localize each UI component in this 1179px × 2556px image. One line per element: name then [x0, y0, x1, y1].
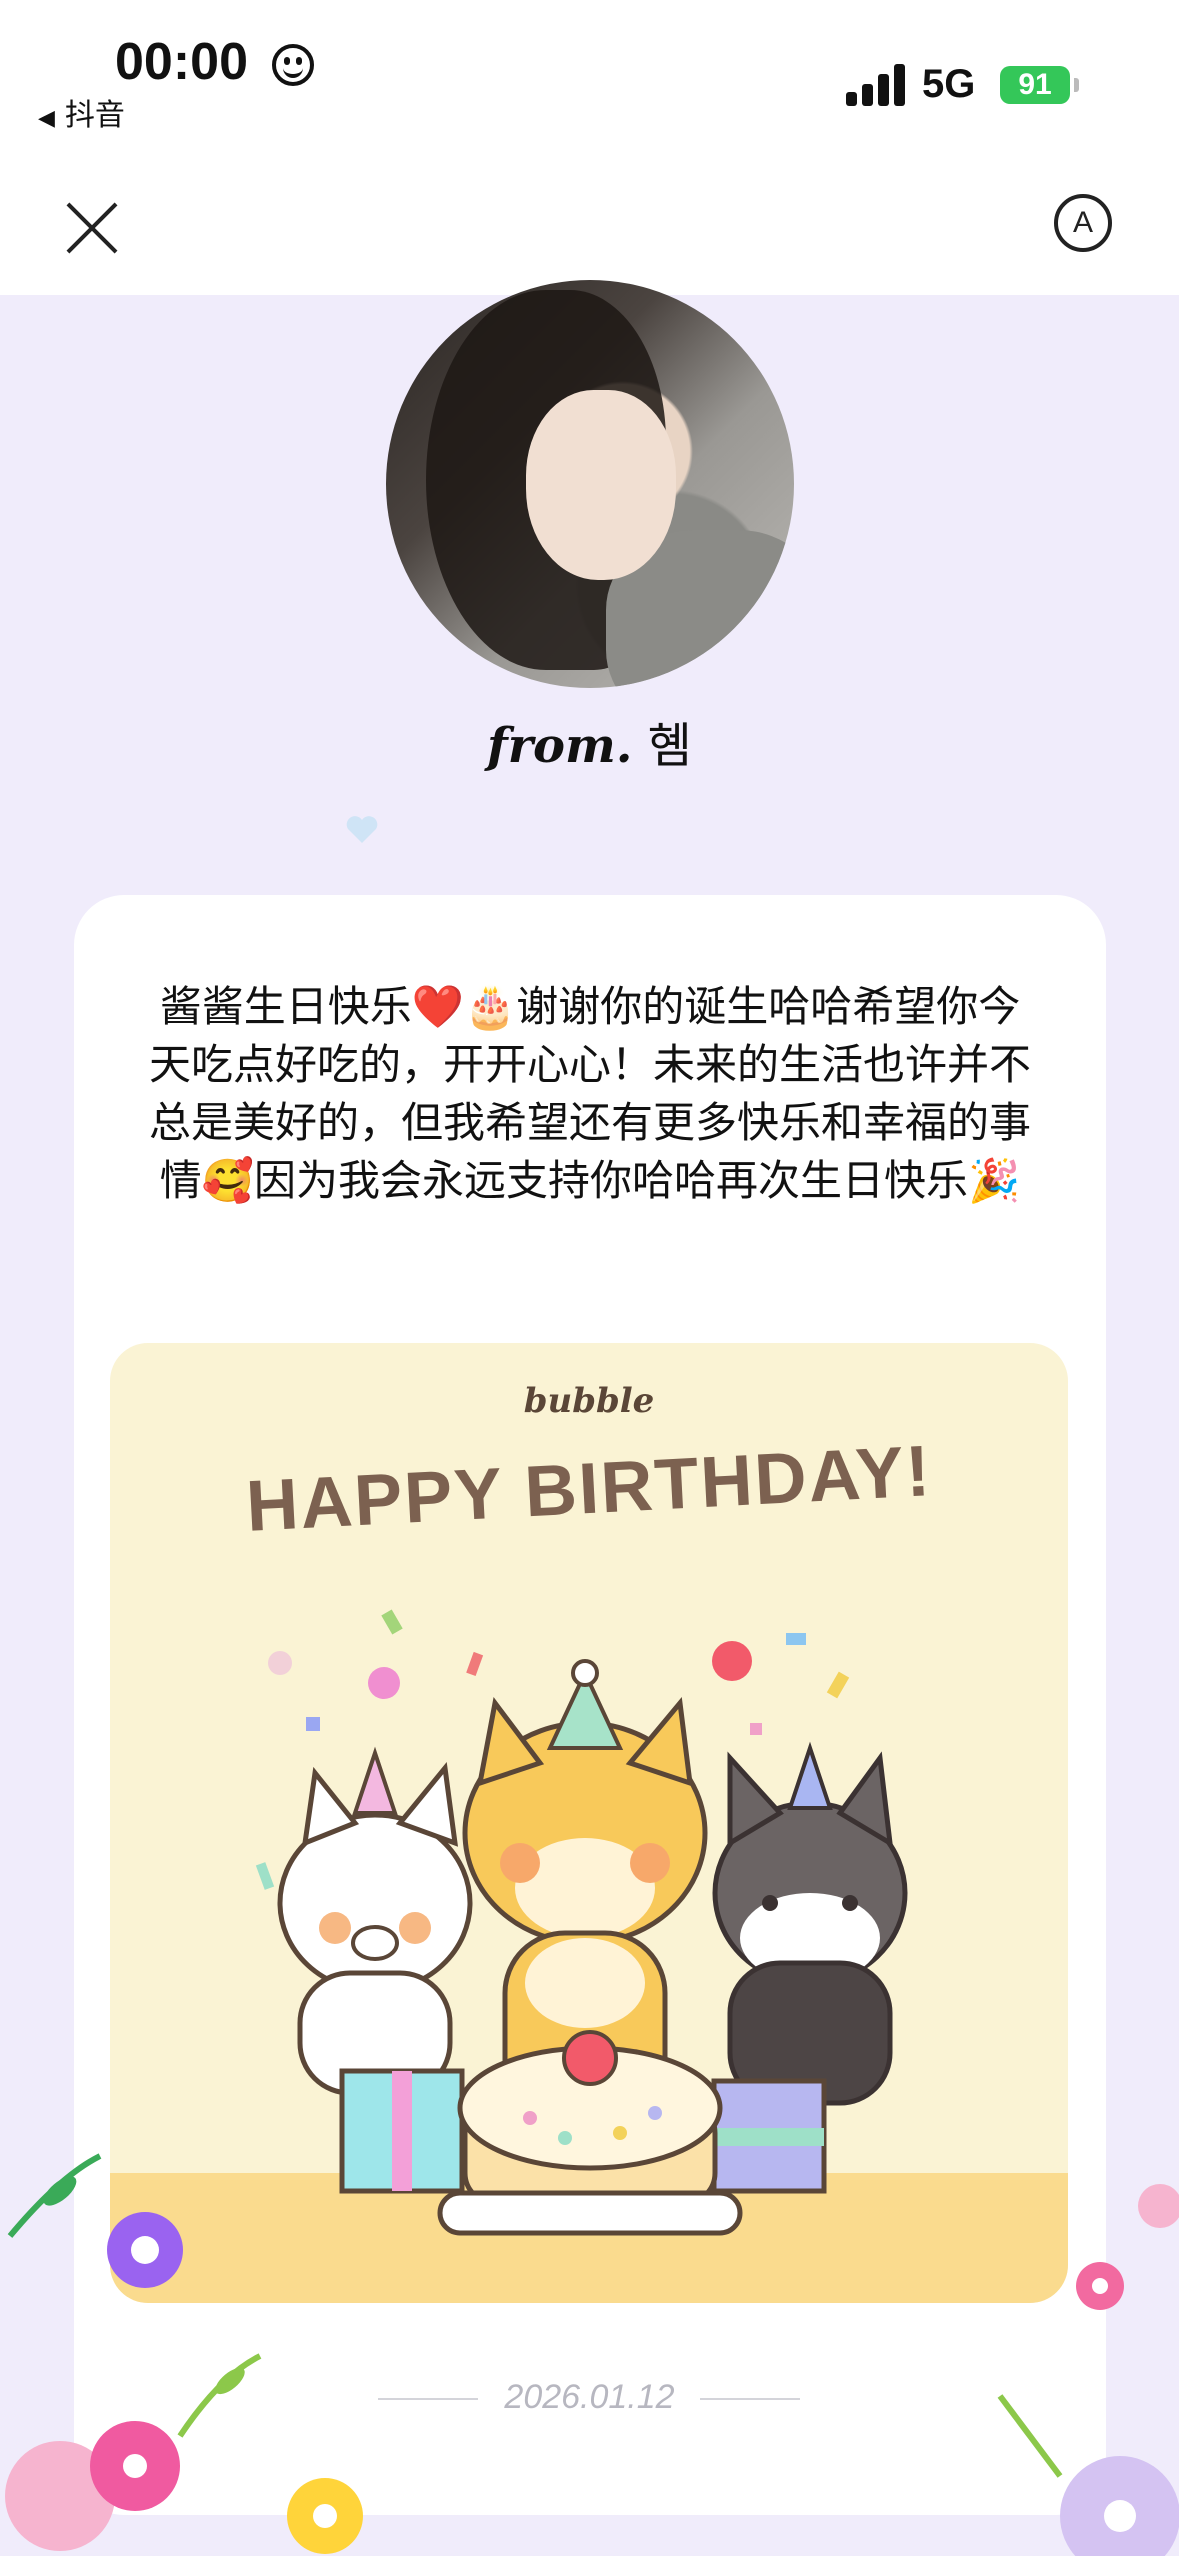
- white-dog: [277, 1746, 473, 2096]
- smiley-icon: [272, 44, 314, 86]
- letter-date: 2026.01.12: [504, 2378, 675, 2416]
- battery-tip: [1074, 78, 1079, 92]
- avatar-face: [526, 390, 676, 580]
- birthday-cake: [437, 2030, 743, 2236]
- birthday-card-image: bubble HAPPY BIRTHDAY!: [110, 1343, 1068, 2303]
- back-to-app-button[interactable]: ◀ 抖音: [38, 90, 125, 134]
- battery-icon: 91: [1000, 66, 1070, 104]
- birthday-illustration: [255, 1609, 908, 2236]
- from-label: from.: [487, 718, 633, 774]
- battery-level: 91: [1018, 68, 1052, 101]
- date-line-right: [700, 2398, 800, 2400]
- close-icon[interactable]: [62, 198, 122, 258]
- sender-name: 혬: [647, 718, 692, 774]
- signal-icon: [846, 62, 906, 106]
- avatar: [386, 280, 794, 688]
- back-triangle-icon: ◀: [38, 105, 55, 130]
- sender-line: from. 혬: [0, 706, 1179, 776]
- translate-icon[interactable]: A: [1054, 194, 1112, 252]
- letter-message: 酱酱生日快乐❤️🎂谢谢你的诞生哈哈希望你今天吃点好吃的，开开心心！未来的生活也许…: [148, 982, 1031, 1205]
- back-app-label: 抖音: [64, 99, 125, 132]
- nav-bar: [0, 175, 1179, 295]
- status-time: 00:00: [115, 33, 248, 91]
- black-dog: [712, 1741, 908, 2106]
- network-label: 5G: [922, 62, 976, 106]
- heart-icon: [346, 816, 378, 843]
